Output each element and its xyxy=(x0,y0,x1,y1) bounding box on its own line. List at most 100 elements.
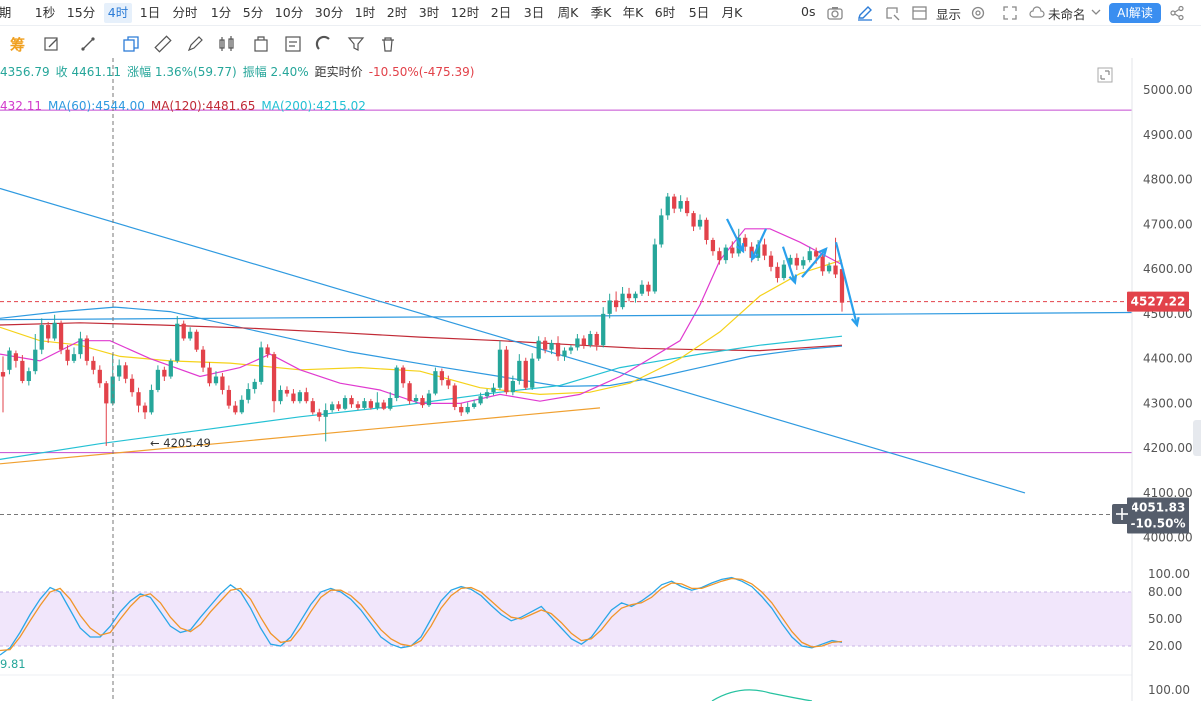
trendline-icon[interactable] xyxy=(79,35,97,53)
drawing-toolbar: 筹 xyxy=(0,28,420,60)
drawing-icon[interactable] xyxy=(43,35,61,53)
candle-body xyxy=(555,342,561,357)
share-icon[interactable] xyxy=(1169,5,1185,21)
line2-item: MA(200):4215.02 xyxy=(261,99,366,113)
magnet-icon[interactable] xyxy=(315,35,333,53)
candle-body xyxy=(504,349,509,393)
timeframe-tab[interactable]: 4时 xyxy=(104,3,132,23)
line1-item: 距实时价 xyxy=(314,65,363,79)
select-region-icon[interactable] xyxy=(884,5,902,21)
candle-body xyxy=(58,323,64,350)
ma-line xyxy=(0,322,843,352)
add-alert-button[interactable] xyxy=(1112,504,1132,524)
timeframe-tab[interactable]: 5分 xyxy=(240,3,266,23)
ruler-icon[interactable] xyxy=(154,35,172,53)
copy-icon[interactable] xyxy=(122,35,140,53)
trash-icon[interactable] xyxy=(379,35,397,53)
fullscreen-icon[interactable] xyxy=(1002,5,1018,21)
candle-body xyxy=(291,393,296,402)
timeframe-tab[interactable]: 2日 xyxy=(488,3,514,23)
line1-item: -10.50%(-475.39) xyxy=(368,65,475,79)
candle-body xyxy=(542,340,548,350)
timeframe-tab[interactable]: 1分 xyxy=(208,3,234,23)
candlestick-icon[interactable] xyxy=(218,35,236,53)
timeframe-tab[interactable]: 6时 xyxy=(652,3,678,23)
layout-icon[interactable] xyxy=(911,5,929,21)
macd-line xyxy=(711,689,813,701)
note-icon[interactable] xyxy=(284,35,302,53)
candle-body xyxy=(265,347,270,355)
candle-body xyxy=(149,389,154,413)
current-price-label: 4527.22 xyxy=(1131,295,1186,309)
candle-body xyxy=(39,325,44,350)
brush-icon[interactable] xyxy=(186,35,204,53)
candle-body xyxy=(575,338,580,348)
annotation-arrows xyxy=(726,218,860,328)
pencil-icon[interactable] xyxy=(856,5,874,21)
cursor-price-label: -10.50% xyxy=(1131,516,1186,530)
timeframe-tab[interactable]: 10分 xyxy=(273,3,305,23)
layout-name[interactable]: 未命名 xyxy=(1048,4,1086,23)
candle-body xyxy=(639,284,645,294)
candle-body xyxy=(646,284,651,292)
timeframe-tab[interactable]: 1日 xyxy=(137,3,163,23)
timeframe-bar: 期 1秒 15分 4时 1日 分时 1分 5分 10分 30分 1时 2时 3时 12时 2日 3日 周K 季K 年… xyxy=(0,0,1201,26)
ai-interpret-button[interactable]: AI解读 xyxy=(1109,3,1161,23)
candle-body xyxy=(691,213,696,227)
timeframe-tab[interactable]: 月K xyxy=(718,3,746,23)
candle-body xyxy=(652,244,657,292)
chip-distribution-button[interactable]: 筹 xyxy=(10,34,28,54)
candle-body xyxy=(562,350,567,357)
chevron-down-icon[interactable] xyxy=(1091,8,1101,16)
timeframe-tab[interactable]: 1秒 xyxy=(32,3,58,23)
timeframe-tab[interactable]: 15分 xyxy=(65,3,97,23)
candle-body xyxy=(381,402,386,409)
candle-body xyxy=(26,371,31,382)
candle-body xyxy=(439,371,444,381)
expand-icon[interactable] xyxy=(1097,67,1113,83)
settings-icon[interactable] xyxy=(970,5,986,21)
bag-icon[interactable] xyxy=(252,35,270,53)
ma-legend: 432.11 MA(60):4544.00 MA(120):4481.65 MA(20… xyxy=(0,99,372,113)
timeframe-tab[interactable]: 30分 xyxy=(313,3,345,23)
candle-body xyxy=(220,376,225,390)
side-panel-toggle[interactable] xyxy=(1193,420,1201,456)
timeframe-tab[interactable]: 期 xyxy=(0,3,14,23)
display-menu[interactable]: 显示 xyxy=(936,4,961,23)
timeframe-tab[interactable]: 1时 xyxy=(352,3,378,23)
candle-body xyxy=(310,401,315,413)
timeframe-tab[interactable]: 季K xyxy=(587,3,615,23)
timeframe-tab[interactable]: 12时 xyxy=(449,3,481,23)
timeframe-tab[interactable]: 5日 xyxy=(686,3,712,23)
candle-body xyxy=(349,398,354,405)
candle-body xyxy=(104,383,109,404)
candle-body xyxy=(420,398,425,406)
camera-icon[interactable] xyxy=(826,5,844,21)
candle-body xyxy=(517,360,522,382)
timeframe-tab[interactable]: 分时 xyxy=(170,3,200,23)
timeframe-tab[interactable]: 周K xyxy=(554,3,582,23)
ohlc-info-line: 4356.79 收 4461.11 涨幅 1.36%(59.77) 振幅 2.40% 距… xyxy=(0,63,480,80)
candle-body xyxy=(626,293,632,299)
osc-value-label: 9.81 xyxy=(0,657,26,671)
candle-body xyxy=(155,369,161,390)
candle-body xyxy=(65,349,70,361)
candle-body xyxy=(297,392,303,402)
candle-body xyxy=(523,360,528,388)
candle-body xyxy=(123,365,128,379)
timeframe-tab[interactable]: 3时 xyxy=(416,3,442,23)
candle-body xyxy=(78,338,83,355)
candle-body xyxy=(704,219,709,240)
filter-icon[interactable] xyxy=(347,35,365,53)
line1-item: 收 4461.11 xyxy=(55,65,122,79)
candle-body xyxy=(484,392,490,397)
timeframe-tab[interactable]: 2时 xyxy=(384,3,410,23)
candle-body xyxy=(478,396,483,404)
timeframe-tab[interactable]: 3日 xyxy=(521,3,547,23)
candle-body xyxy=(497,349,503,388)
candle-body xyxy=(568,347,574,351)
timeframe-tab[interactable]: 年K xyxy=(619,3,647,23)
candle-body xyxy=(581,338,586,346)
line1-item: 涨幅 1.36%(59.77) xyxy=(127,65,237,79)
candle-body xyxy=(723,247,728,261)
